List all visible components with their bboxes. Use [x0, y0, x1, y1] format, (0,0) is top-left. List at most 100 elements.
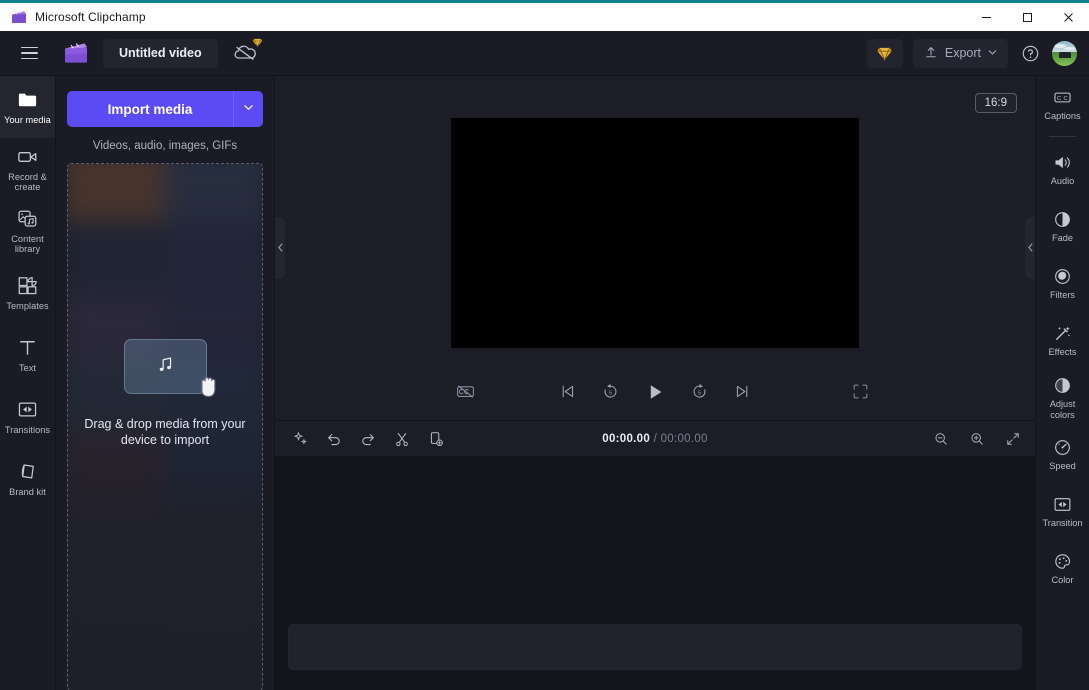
tool-transition[interactable]: Transition — [1036, 483, 1089, 540]
captions-toggle-button[interactable] — [455, 381, 476, 407]
tool-label: Adjust colors — [1049, 399, 1076, 420]
closed-captions-icon: C C — [1052, 87, 1073, 108]
tool-fade[interactable]: Fade — [1036, 198, 1089, 255]
timeline-body[interactable] — [275, 457, 1035, 690]
transition-icon — [1052, 494, 1073, 515]
close-icon[interactable] — [1048, 3, 1089, 31]
rewind-5s-button[interactable]: 5 — [601, 382, 620, 406]
media-dropzone[interactable]: Drag & drop media from your device to im… — [67, 163, 263, 690]
avatar[interactable] — [1052, 40, 1077, 66]
window-titlebar: Microsoft Clipchamp — [0, 3, 1089, 31]
ai-sparkle-icon[interactable] — [289, 428, 311, 450]
tool-effects[interactable]: Effects — [1036, 312, 1089, 369]
sidebar-item-label: Your media — [4, 114, 51, 125]
import-media-label: Import media — [107, 101, 193, 117]
video-preview-canvas[interactable] — [451, 118, 859, 348]
tool-captions[interactable]: C C Captions — [1036, 76, 1089, 133]
project-name-input[interactable]: Untitled video — [103, 38, 218, 68]
timeline-zoom-controls — [930, 428, 1024, 450]
clipchamp-window: Microsoft Clipchamp Untitled video Expor… — [0, 0, 1089, 690]
collapse-right-panel-handle[interactable] — [1025, 217, 1035, 279]
dropzone-content: Drag & drop media from your device to im… — [68, 339, 262, 448]
dropzone-text: Drag & drop media from your device to im… — [84, 417, 246, 447]
upload-arrow-icon — [924, 45, 938, 62]
sync-status-button[interactable] — [230, 38, 262, 68]
premium-button[interactable] — [866, 38, 903, 68]
chevron-down-icon — [988, 46, 997, 60]
undo-icon[interactable] — [323, 428, 345, 450]
play-button[interactable] — [644, 381, 666, 408]
tool-label: Captions — [1044, 111, 1081, 122]
fullscreen-button[interactable] — [851, 382, 870, 406]
minimize-icon[interactable] — [966, 3, 1007, 31]
player-controls: 5 5 — [275, 372, 1035, 416]
redo-icon[interactable] — [357, 428, 379, 450]
tool-audio[interactable]: Audio — [1036, 141, 1089, 198]
music-note-icon — [154, 353, 176, 380]
captions-off-icon — [455, 381, 476, 407]
timeline-track[interactable] — [288, 624, 1022, 670]
sidebar-item-content-library[interactable]: Content library — [0, 200, 55, 262]
effects-wand-icon — [1052, 323, 1073, 344]
skip-to-start-icon — [558, 382, 577, 406]
tool-color[interactable]: Color — [1036, 540, 1089, 597]
import-media-button[interactable]: Import media — [67, 91, 233, 127]
tool-adjust-colors[interactable]: Adjust colors — [1036, 369, 1089, 426]
sidebar-item-brand-kit[interactable]: Brand kit — [0, 448, 55, 510]
sidebar-item-text[interactable]: Text — [0, 324, 55, 386]
left-navigation-rail: Your media Record & create Content libra… — [0, 76, 56, 690]
tool-speed[interactable]: Speed — [1036, 426, 1089, 483]
project-name-value: Untitled video — [119, 46, 202, 60]
tool-label: Speed — [1049, 461, 1076, 472]
svg-text:5: 5 — [609, 390, 612, 396]
svg-text:C: C — [1057, 96, 1061, 102]
sidebar-item-transitions[interactable]: Transitions — [0, 386, 55, 448]
rail-divider — [1049, 136, 1076, 137]
color-palette-icon — [1052, 551, 1073, 572]
chevron-down-icon — [243, 100, 254, 118]
sidebar-item-record-create[interactable]: Record & create — [0, 138, 55, 200]
sidebar-item-templates[interactable]: Templates — [0, 262, 55, 324]
sidebar-item-label: Transitions — [4, 424, 51, 435]
timeline-toolbar: 00:00.00 / 00:00.00 — [275, 420, 1035, 457]
skip-to-end-icon — [733, 382, 752, 406]
tool-label: Color — [1051, 575, 1074, 586]
filters-icon — [1052, 266, 1073, 287]
sidebar-item-your-media[interactable]: Your media — [0, 76, 55, 138]
tool-filters[interactable]: Filters — [1036, 255, 1089, 312]
tool-label: Effects — [1048, 347, 1077, 358]
help-circle-icon[interactable] — [1018, 41, 1042, 65]
play-icon — [644, 381, 666, 408]
forward-5s-icon: 5 — [690, 382, 709, 406]
skip-to-end-button[interactable] — [733, 382, 752, 406]
skip-to-start-button[interactable] — [558, 382, 577, 406]
zoom-out-icon[interactable] — [930, 428, 952, 450]
zoom-in-icon[interactable] — [966, 428, 988, 450]
content-library-icon — [16, 208, 39, 230]
video-camera-icon — [16, 146, 39, 168]
duplicate-add-icon[interactable] — [425, 428, 447, 450]
split-scissors-icon[interactable] — [391, 428, 413, 450]
playback-buttons: 5 5 — [558, 381, 752, 408]
fit-to-screen-icon[interactable] — [1002, 428, 1024, 450]
maximize-icon[interactable] — [1007, 3, 1048, 31]
import-media-dropdown[interactable] — [233, 91, 263, 127]
media-panel: Import media Videos, audio, images, GIFs — [56, 76, 275, 690]
sidebar-item-label: Record & create — [8, 171, 47, 193]
total-time: 00:00.00 — [660, 432, 708, 445]
aspect-ratio-button[interactable]: 16:9 — [974, 93, 1017, 113]
collapse-left-panel-handle[interactable] — [275, 217, 285, 279]
adjust-colors-icon — [1052, 375, 1073, 396]
chevron-left-icon — [1027, 242, 1034, 255]
transitions-icon — [16, 399, 39, 421]
clapperboard-icon — [11, 9, 27, 25]
forward-5s-button[interactable]: 5 — [690, 382, 709, 406]
right-properties-rail: C C Captions Audio Fade Filters Effects … — [1035, 76, 1089, 690]
folder-icon — [16, 89, 39, 111]
sidebar-item-label: Text — [18, 362, 37, 373]
dropzone-illustration — [123, 339, 215, 397]
export-button[interactable]: Export — [912, 38, 1008, 68]
svg-text:5: 5 — [698, 390, 701, 396]
clipchamp-logo-icon[interactable] — [63, 40, 89, 66]
hamburger-menu-icon[interactable] — [12, 36, 46, 70]
